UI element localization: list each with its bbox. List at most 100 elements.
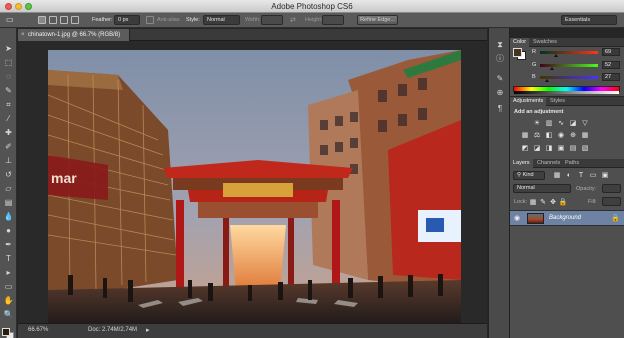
hue-saturation-icon[interactable]: ▦ (520, 131, 530, 140)
height-input[interactable] (322, 15, 344, 25)
refine-edge-button[interactable]: Refine Edge... (357, 15, 398, 25)
adjustment-extra-icon[interactable]: ▧ (580, 144, 590, 153)
g-slider[interactable] (540, 64, 598, 67)
style-dropdown[interactable]: Normal (203, 15, 240, 25)
color-balance-icon[interactable]: ⚖ (532, 131, 542, 140)
lock-all-icon[interactable]: 🔒 (558, 198, 568, 207)
paragraph-panel-icon[interactable]: ¶ (495, 104, 505, 114)
tab-adjustments[interactable]: Adjustments (510, 97, 547, 106)
channel-mixer-icon[interactable]: ⊕ (568, 131, 578, 140)
r-slider-thumb[interactable] (554, 54, 558, 57)
b-value-input[interactable]: 27 (602, 73, 620, 81)
zoom-level[interactable]: 66.67% (28, 327, 48, 333)
brush-tool-icon[interactable]: ✐ (3, 142, 14, 152)
lock-transparent-icon[interactable]: ▦ (528, 198, 538, 207)
window-title: Adobe Photoshop CS6 (271, 2, 353, 11)
tab-layers[interactable]: Layers (510, 159, 533, 168)
workspace-switcher[interactable]: Essentials (561, 15, 617, 25)
crop-tool-icon[interactable]: ⌗ (3, 100, 14, 110)
fill-input[interactable] (602, 197, 621, 206)
filter-shape-icon[interactable]: ▭ (588, 171, 598, 180)
width-input[interactable] (261, 15, 283, 25)
posterize-icon[interactable]: ◪ (532, 144, 542, 153)
history-brush-tool-icon[interactable]: ↺ (3, 170, 14, 180)
color-spectrum-ramp[interactable] (513, 86, 620, 94)
tab-styles[interactable]: Styles (547, 97, 568, 106)
r-value-input[interactable]: 69 (602, 48, 620, 56)
filter-adjustment-icon[interactable]: ◐ (564, 171, 574, 180)
eraser-tool-icon[interactable]: ▱ (3, 184, 14, 194)
rectangle-tool-icon[interactable]: ▭ (3, 282, 14, 292)
b-slider-thumb[interactable] (545, 79, 549, 82)
intersect-selection-icon[interactable] (71, 16, 79, 24)
blend-mode-dropdown[interactable]: Normal (513, 184, 571, 193)
curves-icon[interactable]: ∿ (556, 119, 566, 128)
tab-color[interactable]: Color (510, 38, 530, 47)
filter-type-icon[interactable]: T (576, 171, 586, 180)
clone-source-panel-icon[interactable]: ⊕ (495, 88, 505, 98)
properties-panel-icon[interactable]: ⓘ (495, 54, 505, 64)
brush-panel-icon[interactable]: ✎ (495, 74, 505, 84)
dodge-tool-icon[interactable]: ● (3, 226, 14, 236)
tab-swatches[interactable]: Swatches (530, 38, 560, 47)
antialias-checkbox[interactable] (146, 16, 154, 24)
layer-kind-filter[interactable]: ⚲ Kind (513, 171, 545, 180)
lock-image-icon[interactable]: ✎ (538, 198, 548, 207)
path-selection-tool-icon[interactable]: ▸ (3, 268, 14, 278)
style-label: Style: (186, 17, 200, 23)
marquee-tool-preset-icon[interactable]: ▭ (6, 15, 14, 24)
layer-name[interactable]: Background (549, 215, 581, 221)
status-menu-arrow-icon[interactable]: ▸ (146, 326, 150, 334)
layer-row[interactable]: ◉ Background 🔒 (510, 210, 624, 226)
history-panel-icon[interactable]: ⧗ (495, 40, 505, 50)
foreground-color-chip[interactable] (513, 48, 522, 57)
exposure-icon[interactable]: ◪ (568, 119, 578, 128)
document-tab[interactable]: × chinatown-1.jpg @ 66.7% (RGB/8) (18, 29, 130, 41)
visibility-eye-icon[interactable]: ◉ (514, 214, 520, 222)
adjustments-panel-tabs: Adjustments Styles (510, 97, 624, 106)
clone-stamp-tool-icon[interactable]: ⊥ (3, 156, 14, 166)
zoom-tool-icon[interactable]: 🔍 (3, 310, 14, 320)
filter-smart-object-icon[interactable]: ▣ (600, 171, 610, 180)
r-slider[interactable] (540, 51, 598, 54)
rectangular-marquee-tool-icon[interactable]: ⬚ (3, 58, 14, 68)
panel-icon-dock: ⧗ ⓘ ✎ ⊕ ¶ (488, 28, 510, 338)
lock-position-icon[interactable]: ✥ (548, 198, 558, 207)
filter-pixel-icon[interactable]: ▦ (552, 171, 562, 180)
invert-icon[interactable]: ◩ (520, 144, 530, 153)
add-to-selection-icon[interactable] (49, 16, 57, 24)
color-lookup-icon[interactable]: ▦ (580, 131, 590, 140)
new-selection-icon[interactable] (38, 16, 46, 24)
tab-paths[interactable]: Paths (562, 159, 582, 168)
opacity-input[interactable] (602, 184, 621, 193)
foreground-color-swatch[interactable] (2, 328, 10, 336)
g-value-input[interactable]: 52 (602, 61, 620, 69)
black-white-icon[interactable]: ◧ (544, 131, 554, 140)
type-tool-icon[interactable]: T (3, 254, 14, 264)
document-size[interactable]: Doc: 2.74M/2.74M (88, 327, 137, 333)
g-slider-thumb[interactable] (550, 67, 554, 70)
subtract-from-selection-icon[interactable] (60, 16, 68, 24)
brightness-contrast-icon[interactable]: ☀ (532, 119, 542, 128)
photo-filter-icon[interactable]: ◉ (556, 131, 566, 140)
hand-tool-icon[interactable]: ✋ (3, 296, 14, 306)
tab-channels[interactable]: Channels (534, 159, 563, 168)
document-canvas-image[interactable]: mar (48, 50, 461, 326)
tools-panel: ➤ ⬚ ◌ ✎ ⌗ ⁄ ✚ ✐ ⊥ ↺ ▱ ▤ 💧 ● ✒ T ▸ ▭ ✋ 🔍 (0, 28, 17, 338)
quick-selection-tool-icon[interactable]: ✎ (3, 86, 14, 96)
blur-tool-icon[interactable]: 💧 (3, 212, 14, 222)
levels-icon[interactable]: ▥ (544, 119, 554, 128)
healing-brush-tool-icon[interactable]: ✚ (3, 128, 14, 138)
gradient-map-icon[interactable]: ▤ (568, 144, 578, 153)
move-tool-icon[interactable]: ➤ (3, 44, 14, 54)
vibrance-icon[interactable]: ▽ (580, 119, 590, 128)
swap-dimensions-icon[interactable]: ⇄ (290, 16, 296, 25)
close-document-icon[interactable]: × (21, 29, 25, 41)
lasso-tool-icon[interactable]: ◌ (3, 72, 14, 82)
gradient-tool-icon[interactable]: ▤ (3, 198, 14, 208)
eyedropper-tool-icon[interactable]: ⁄ (3, 114, 14, 124)
selective-color-icon[interactable]: ▣ (556, 144, 566, 153)
threshold-icon[interactable]: ◨ (544, 144, 554, 153)
pen-tool-icon[interactable]: ✒ (3, 240, 14, 250)
feather-input[interactable]: 0 px (114, 15, 140, 25)
